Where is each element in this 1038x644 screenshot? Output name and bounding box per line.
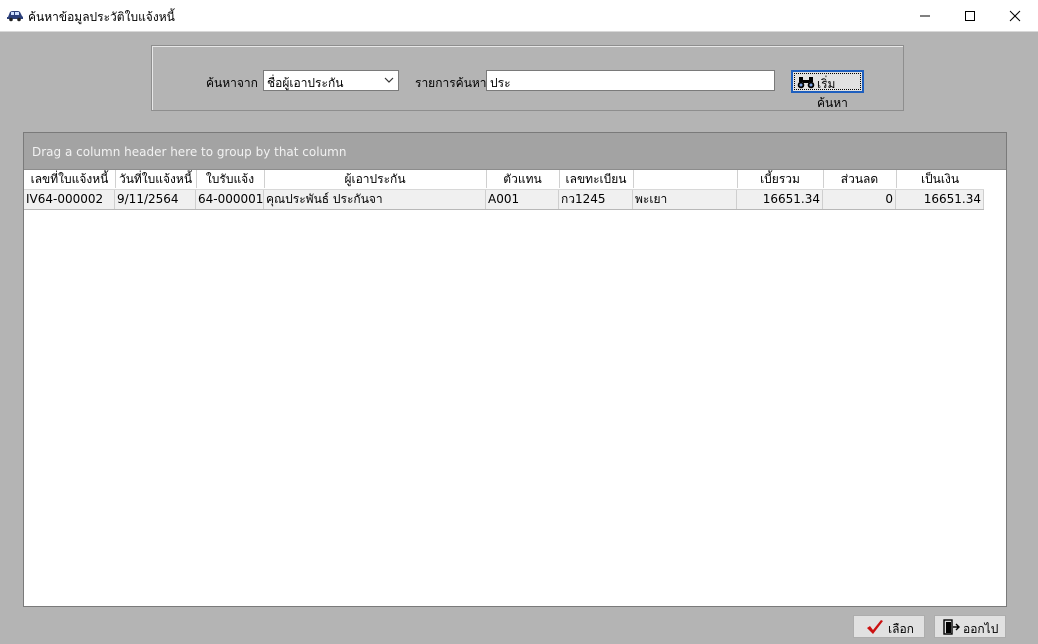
select-button[interactable]: เลือก: [853, 615, 925, 638]
chevron-down-icon: [384, 77, 394, 83]
cell-invoice-no: IV64-000002: [24, 190, 115, 209]
cell-insured: คุณประพันธ์ ประกันจา: [264, 190, 486, 209]
search-field-value: ชื่อผู้เอาประกัน: [267, 76, 344, 90]
minimize-icon: [920, 15, 930, 16]
cell-total-premium: 16651.34: [737, 190, 823, 209]
exit-button[interactable]: ออกไป: [934, 615, 1006, 638]
group-by-panel[interactable]: Drag a column header here to group by th…: [24, 133, 1006, 170]
column-header-amount[interactable]: เป็นเงิน: [896, 170, 984, 188]
column-header-plate-no[interactable]: เลขทะเบียน: [559, 170, 633, 188]
exit-button-label: ออกไป: [963, 622, 999, 636]
invoice-grid[interactable]: Drag a column header here to group by th…: [23, 132, 1007, 607]
cell-plate-no: กว1245: [559, 190, 633, 209]
close-icon: [1009, 10, 1021, 21]
group-by-hint: Drag a column header here to group by th…: [32, 145, 347, 159]
search-from-label: ค้นหาจาก: [206, 76, 258, 90]
cell-notice-no: 64-000001: [196, 190, 264, 209]
start-search-label: เริ่มค้นหา: [817, 77, 848, 110]
cell-invoice-date: 9/11/2564: [115, 190, 196, 209]
cell-province: พะเยา: [633, 190, 737, 209]
select-button-label: เลือก: [888, 622, 914, 636]
cell-discount: 0: [823, 190, 896, 209]
search-field-select[interactable]: ชื่อผู้เอาประกัน: [263, 70, 399, 91]
cell-agent: A001: [486, 190, 559, 209]
search-input-value: ประ: [490, 76, 511, 90]
cell-amount: 16651.34: [896, 190, 984, 209]
search-input[interactable]: ประ: [486, 70, 775, 91]
exit-door-icon: [943, 619, 960, 635]
column-header-invoice-date[interactable]: วันที่ใบแจ้งหนี้: [115, 170, 196, 188]
window-title: ค้นหาข้อมูลประวัติใบแจ้งหนี้: [28, 10, 175, 24]
minimize-button[interactable]: [902, 0, 948, 31]
column-header-invoice-no[interactable]: เลขที่ใบแจ้งหนี้: [24, 170, 115, 188]
checkmark-icon: [867, 620, 883, 634]
column-header-province[interactable]: [633, 170, 737, 188]
start-search-button[interactable]: เริ่มค้นหา: [791, 70, 864, 110]
binoculars-icon: [797, 77, 815, 89]
maximize-icon: [965, 10, 975, 21]
search-keyword-label: รายการค้นหา: [415, 76, 487, 90]
column-header-insured[interactable]: ผู้เอาประกัน: [264, 170, 486, 188]
car-icon: [6, 8, 24, 22]
column-header-total-premium[interactable]: เบี้ยรวม: [737, 170, 823, 188]
column-header-agent[interactable]: ตัวแทน: [486, 170, 559, 188]
table-row[interactable]: IV64-000002 9/11/2564 64-000001 คุณประพั…: [24, 189, 984, 210]
close-button[interactable]: [992, 0, 1038, 31]
column-header-notice-no[interactable]: ใบรับแจ้ง: [196, 170, 264, 188]
column-header-discount[interactable]: ส่วนลด: [823, 170, 896, 188]
title-bar: ค้นหาข้อมูลประวัติใบแจ้งหนี้: [0, 0, 1038, 32]
maximize-button[interactable]: [947, 0, 993, 31]
